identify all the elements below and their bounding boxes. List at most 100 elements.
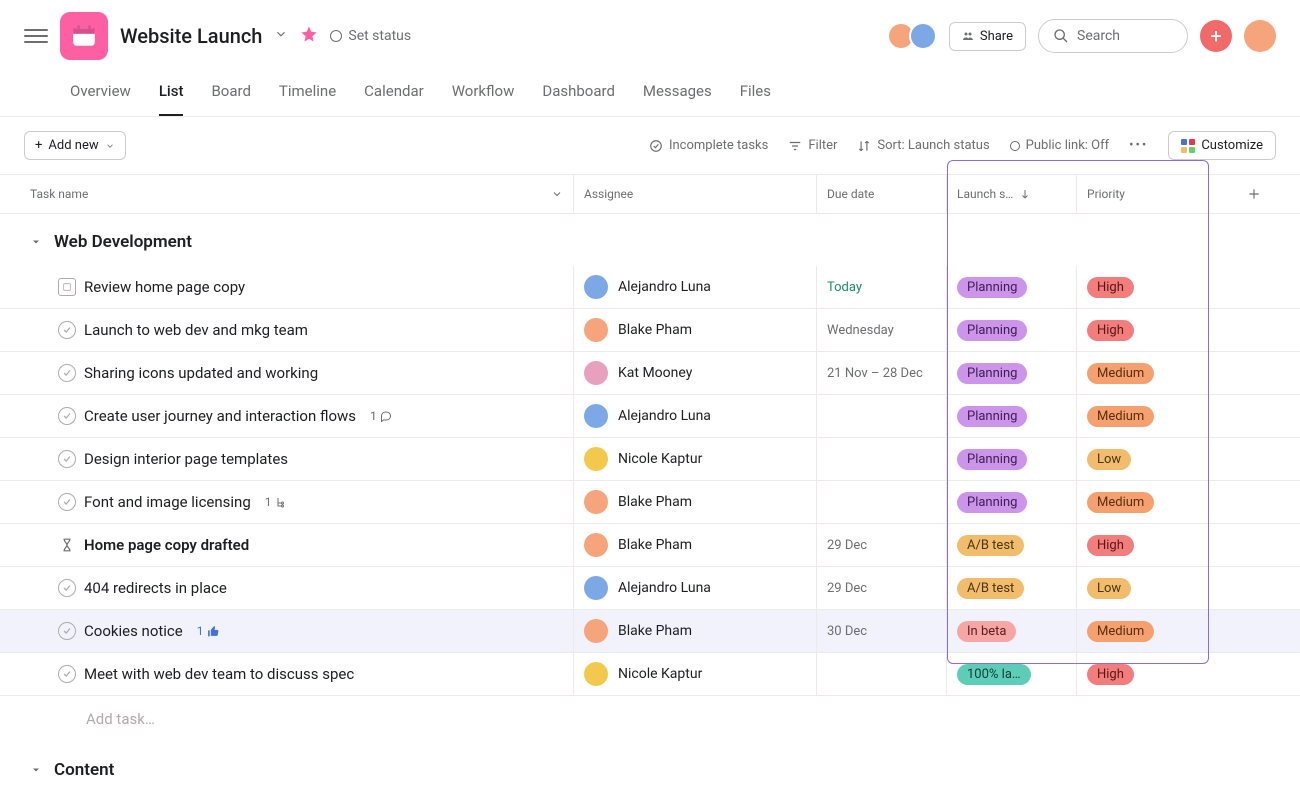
assignee-cell[interactable]: Alejandro Luna	[574, 266, 817, 308]
priority-cell[interactable]: High	[1077, 266, 1207, 308]
complete-checkbox[interactable]	[58, 364, 76, 382]
section-header[interactable]: Content	[0, 742, 1300, 790]
complete-checkbox[interactable]	[58, 665, 76, 683]
status-cell[interactable]: Planning	[947, 438, 1077, 480]
task-row[interactable]: Launch to web dev and mkg teamBlake Pham…	[0, 309, 1300, 352]
due-date-cell[interactable]: 29 Dec	[817, 567, 947, 609]
priority-cell[interactable]: High	[1077, 653, 1207, 695]
set-status-button[interactable]: Set status	[330, 28, 411, 44]
task-row[interactable]: 404 redirects in placeAlejandro Luna29 D…	[0, 567, 1300, 610]
task-row[interactable]: Design interior page templatesNicole Kap…	[0, 438, 1300, 481]
favorite-star-icon[interactable]	[300, 25, 318, 47]
tab-files[interactable]: Files	[740, 72, 771, 116]
task-row[interactable]: Meet with web dev team to discuss specNi…	[0, 653, 1300, 696]
tab-workflow[interactable]: Workflow	[452, 72, 515, 116]
status-cell[interactable]: Planning	[947, 266, 1077, 308]
priority-cell[interactable]: Medium	[1077, 395, 1207, 437]
more-options-button[interactable]: •••	[1129, 138, 1148, 153]
assignee-cell[interactable]: Blake Pham	[574, 481, 817, 523]
global-add-button[interactable]: +	[1200, 20, 1232, 52]
complete-checkbox[interactable]	[58, 321, 76, 339]
priority-cell[interactable]: High	[1077, 309, 1207, 351]
priority-cell[interactable]: Medium	[1077, 352, 1207, 394]
public-link-button[interactable]: Public link: Off	[1010, 138, 1109, 153]
add-new-button[interactable]: + Add new	[24, 131, 126, 160]
column-due-date[interactable]: Due date	[817, 175, 947, 213]
tab-list[interactable]: List	[159, 72, 184, 116]
status-cell[interactable]: Planning	[947, 309, 1077, 351]
search-input[interactable]: Search	[1038, 19, 1188, 53]
project-title: Website Launch	[120, 24, 262, 48]
status-cell[interactable]: Planning	[947, 352, 1077, 394]
due-date-cell[interactable]: 21 Nov – 28 Dec	[817, 352, 947, 394]
share-button[interactable]: Share	[949, 22, 1026, 51]
due-date-cell[interactable]: Today	[817, 266, 947, 308]
assignee-cell[interactable]: Alejandro Luna	[574, 395, 817, 437]
priority-cell[interactable]: Medium	[1077, 610, 1207, 652]
priority-cell[interactable]: Low	[1077, 438, 1207, 480]
hamburger-menu[interactable]	[24, 24, 48, 48]
assignee-cell[interactable]: Alejandro Luna	[574, 567, 817, 609]
member-avatars[interactable]	[893, 22, 937, 50]
tab-dashboard[interactable]: Dashboard	[542, 72, 615, 116]
due-date-cell[interactable]: Wednesday	[817, 309, 947, 351]
status-cell[interactable]: A/B test	[947, 524, 1077, 566]
task-row[interactable]: Review home page copyAlejandro LunaToday…	[0, 266, 1300, 309]
status-cell[interactable]: Planning	[947, 395, 1077, 437]
due-date-cell[interactable]	[817, 481, 947, 523]
assignee-avatar	[584, 361, 608, 385]
due-date-cell[interactable]	[817, 653, 947, 695]
due-date-cell[interactable]: 29 Dec	[817, 524, 947, 566]
share-label: Share	[980, 29, 1013, 44]
priority-badge: High	[1087, 664, 1134, 685]
assignee-cell[interactable]: Blake Pham	[574, 610, 817, 652]
tab-calendar[interactable]: Calendar	[364, 72, 424, 116]
task-row[interactable]: Cookies notice1 Blake Pham30 DecIn betaM…	[0, 610, 1300, 653]
completion-filter[interactable]: Incomplete tasks	[649, 138, 768, 153]
complete-checkbox[interactable]	[58, 407, 76, 425]
assignee-cell[interactable]: Blake Pham	[574, 309, 817, 351]
project-dropdown-icon[interactable]	[274, 27, 288, 45]
complete-checkbox[interactable]	[58, 622, 76, 640]
complete-checkbox[interactable]	[58, 579, 76, 597]
status-cell[interactable]: In beta	[947, 610, 1077, 652]
assignee-cell[interactable]: Nicole Kaptur	[574, 438, 817, 480]
user-avatar[interactable]	[1244, 20, 1276, 52]
priority-cell[interactable]: Low	[1077, 567, 1207, 609]
add-column-button[interactable]	[1207, 175, 1300, 213]
assignee-cell[interactable]: Nicole Kaptur	[574, 653, 817, 695]
column-launch-status[interactable]: Launch s…	[947, 175, 1077, 213]
customize-button[interactable]: Customize	[1168, 131, 1276, 160]
complete-checkbox[interactable]	[58, 450, 76, 468]
due-date-cell[interactable]	[817, 438, 947, 480]
tab-board[interactable]: Board	[211, 72, 250, 116]
status-cell[interactable]: 100% la…	[947, 653, 1077, 695]
section-header[interactable]: Web Development	[0, 214, 1300, 266]
due-date-cell[interactable]: 30 Dec	[817, 610, 947, 652]
column-task-name[interactable]: Task name	[0, 175, 574, 213]
assignee-cell[interactable]: Blake Pham	[574, 524, 817, 566]
tab-timeline[interactable]: Timeline	[279, 72, 336, 116]
tab-overview[interactable]: Overview	[70, 72, 131, 116]
hourglass-icon	[58, 536, 76, 554]
task-row[interactable]: Sharing icons updated and workingKat Moo…	[0, 352, 1300, 395]
priority-cell[interactable]: Medium	[1077, 481, 1207, 523]
tab-messages[interactable]: Messages	[643, 72, 712, 116]
filter-button[interactable]: Filter	[788, 138, 837, 153]
sort-button[interactable]: Sort: Launch status	[857, 138, 989, 153]
due-date: 29 Dec	[827, 581, 867, 596]
column-assignee[interactable]: Assignee	[574, 175, 817, 213]
task-row[interactable]: Home page copy draftedBlake Pham29 DecA/…	[0, 524, 1300, 567]
due-date-cell[interactable]	[817, 395, 947, 437]
assignee-cell[interactable]: Kat Mooney	[574, 352, 817, 394]
task-row[interactable]: Create user journey and interaction flow…	[0, 395, 1300, 438]
priority-cell[interactable]: High	[1077, 524, 1207, 566]
status-cell[interactable]: A/B test	[947, 567, 1077, 609]
assignee-name: Blake Pham	[618, 494, 692, 510]
column-priority[interactable]: Priority	[1077, 175, 1207, 213]
task-row[interactable]: Font and image licensing1 Blake PhamPlan…	[0, 481, 1300, 524]
status-cell[interactable]: Planning	[947, 481, 1077, 523]
priority-badge: Medium	[1087, 492, 1154, 513]
add-task-row[interactable]: Add task…	[0, 696, 1300, 742]
complete-checkbox[interactable]	[58, 493, 76, 511]
